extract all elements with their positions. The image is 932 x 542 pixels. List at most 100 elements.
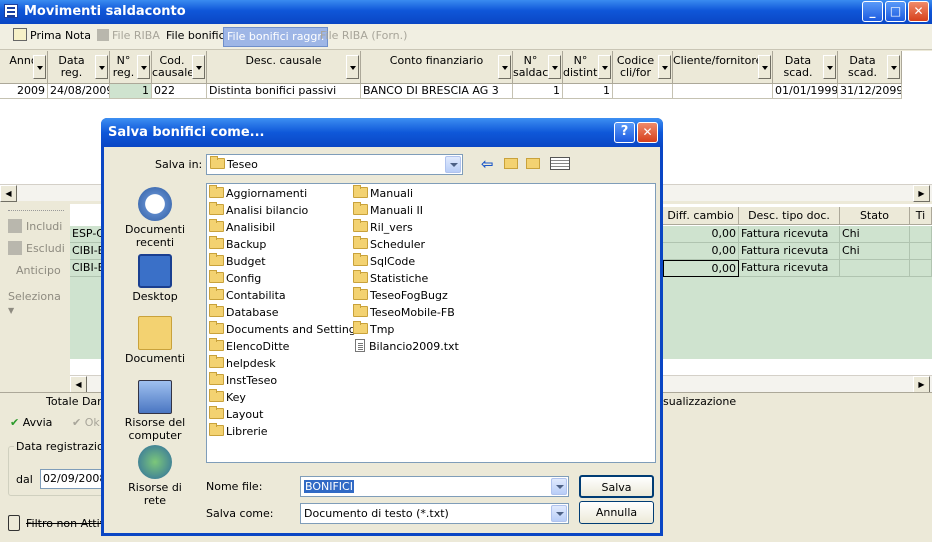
salva-in-select[interactable]: Teseo [206,154,463,175]
place-documenti[interactable]: Documenti [120,316,190,365]
cell-stato[interactable] [840,260,910,277]
anticipo-button[interactable]: Anticipo [16,264,61,277]
col-header-data-scad-1[interactable]: Data scad. [773,51,838,84]
close-button[interactable]: ✕ [908,1,929,22]
cell-n-reg[interactable]: 1 [110,84,152,99]
cell-data-scad-1[interactable]: 01/01/1999 [773,84,838,99]
place-risorse-rete[interactable]: Risorse di rete [120,445,190,507]
folder-item[interactable]: SqlCode [353,253,459,270]
chevron-down-icon[interactable] [658,55,671,79]
ok-button[interactable]: ✔ Ok [72,416,100,429]
cell-ti[interactable] [910,243,932,260]
folder-item[interactable]: InstTeseo [209,372,362,389]
col-header-data-scad-2[interactable]: Data scad. [838,51,902,84]
cell-n-saldac[interactable]: 1 [513,84,563,99]
file-riba-button[interactable]: File RIBA [94,27,163,47]
cell-desc-tipo-doc[interactable]: Fattura ricevuta [739,243,840,260]
scroll-left-icon[interactable]: ◀ [0,185,17,202]
file-list[interactable]: Aggiornamenti Analisi bilancio Analisibi… [206,183,656,463]
folder-item[interactable]: Manuali II [353,202,459,219]
folder-item[interactable]: TeseoFogBugz [353,287,459,304]
new-folder-icon[interactable] [526,158,540,169]
folder-item[interactable]: Manuali [353,185,459,202]
cell-data-scad-2[interactable]: 31/12/2099 [838,84,902,99]
avvia-button[interactable]: ✔ Avvia [10,416,52,429]
folder-item[interactable]: Backup [209,236,362,253]
escludi-button[interactable]: Escludi [8,241,65,255]
col-header-cliente-fornitore[interactable]: Cliente/fornitore [673,51,773,84]
cell-desc-causale[interactable]: Distinta bonifici passivi [207,84,361,99]
cell-diff-cambio[interactable]: 0,00 [663,226,739,243]
folder-item[interactable]: Layout [209,406,362,423]
chevron-down-icon[interactable] [498,55,511,79]
data-dal-input[interactable]: 02/09/2008 [40,469,106,489]
col-header-conto-finanziario[interactable]: Conto finanziario [361,51,513,84]
chevron-down-icon[interactable] [758,55,771,79]
file-item[interactable]: Bilancio2009.txt [353,338,459,355]
folder-item[interactable]: Analisi bilancio [209,202,362,219]
folder-item[interactable]: Librerie [209,423,362,440]
prima-nota-button[interactable]: Prima Nota [10,27,94,47]
cell-n-distinta[interactable]: 1 [563,84,613,99]
col-header-codice-clifor[interactable]: Codice cli/for [613,51,673,84]
cell-cliente-fornitore[interactable] [673,84,773,99]
cell-codice-clifor[interactable] [613,84,673,99]
chevron-down-icon[interactable] [33,55,46,79]
cell-code[interactable]: ESP-C [70,226,102,243]
cell-code[interactable]: CIBI-E [70,260,102,277]
cell-data-reg[interactable]: 24/08/2009 [48,84,110,99]
place-desktop[interactable]: Desktop [120,254,190,303]
chevron-down-icon[interactable] [192,55,205,79]
chevron-down-icon[interactable] [95,55,108,79]
cell-ti[interactable] [910,226,932,243]
scroll-right-icon[interactable]: ▶ [913,185,930,202]
col-header-n-reg[interactable]: N° reg. [110,51,152,84]
col-header-cod-causale[interactable]: Cod. causale [152,51,207,84]
scroll-left-icon[interactable]: ◀ [70,376,87,393]
col-header-ti[interactable]: Ti [910,207,932,225]
cell-code[interactable]: CIBI-E [70,243,102,260]
salva-button[interactable]: Salva [579,475,654,498]
col-header-data-reg[interactable]: Data reg. [48,51,110,84]
includi-button[interactable]: Includi [8,219,62,233]
chevron-down-icon[interactable] [445,156,461,173]
cell-ti[interactable] [910,260,932,277]
place-risorse-computer[interactable]: Risorse del computer [120,380,190,442]
salva-come-select[interactable]: Documento di testo (*.txt) [300,503,569,524]
chevron-down-icon[interactable] [346,55,359,79]
folder-item[interactable]: helpdesk [209,355,362,372]
file-bonifici-button[interactable]: File bonifici [163,27,231,47]
folder-item[interactable]: TeseoMobile-FB [353,304,459,321]
col-header-anno[interactable]: Anno [0,51,48,84]
view-menu-icon[interactable] [550,157,570,170]
cell-desc-tipo-doc[interactable]: Fattura ricevuta [739,260,840,277]
chevron-down-icon[interactable] [551,478,567,495]
chevron-down-icon[interactable] [887,55,900,79]
chevron-down-icon[interactable] [137,55,150,79]
chevron-down-icon[interactable] [548,55,561,79]
folder-item[interactable]: Documents and Settings [209,321,362,338]
cell-anno[interactable]: 2009 [0,84,48,99]
folder-item[interactable]: Tmp [353,321,459,338]
folder-item[interactable]: Budget [209,253,362,270]
nome-file-input[interactable]: BONIFICI [300,476,569,497]
folder-item[interactable]: Aggiornamenti [209,185,362,202]
cell-stato[interactable]: Chi [840,243,910,260]
folder-item[interactable]: Analisibil [209,219,362,236]
col-header-stato[interactable]: Stato [840,207,910,225]
cell-stato[interactable]: Chi [840,226,910,243]
help-button[interactable]: ? [614,122,635,143]
cell-cod-causale[interactable]: 022 [152,84,207,99]
cell-conto-finanziario[interactable]: BANCO DI BRESCIA AG 3 [361,84,513,99]
col-header-desc-causale[interactable]: Desc. causale [207,51,361,84]
folder-item[interactable]: Ril_vers [353,219,459,236]
folder-item[interactable]: Statistiche [353,270,459,287]
dialog-close-button[interactable]: ✕ [637,122,658,143]
chevron-down-icon[interactable] [551,505,567,522]
chevron-down-icon[interactable] [598,55,611,79]
maximize-button[interactable]: □ [885,1,906,22]
col-header-n-saldac[interactable]: N° saldac. [513,51,563,84]
folder-item[interactable]: ElencoDitte [209,338,362,355]
scroll-right-icon[interactable]: ▶ [913,376,930,393]
cell-desc-tipo-doc[interactable]: Fattura ricevuta [739,226,840,243]
